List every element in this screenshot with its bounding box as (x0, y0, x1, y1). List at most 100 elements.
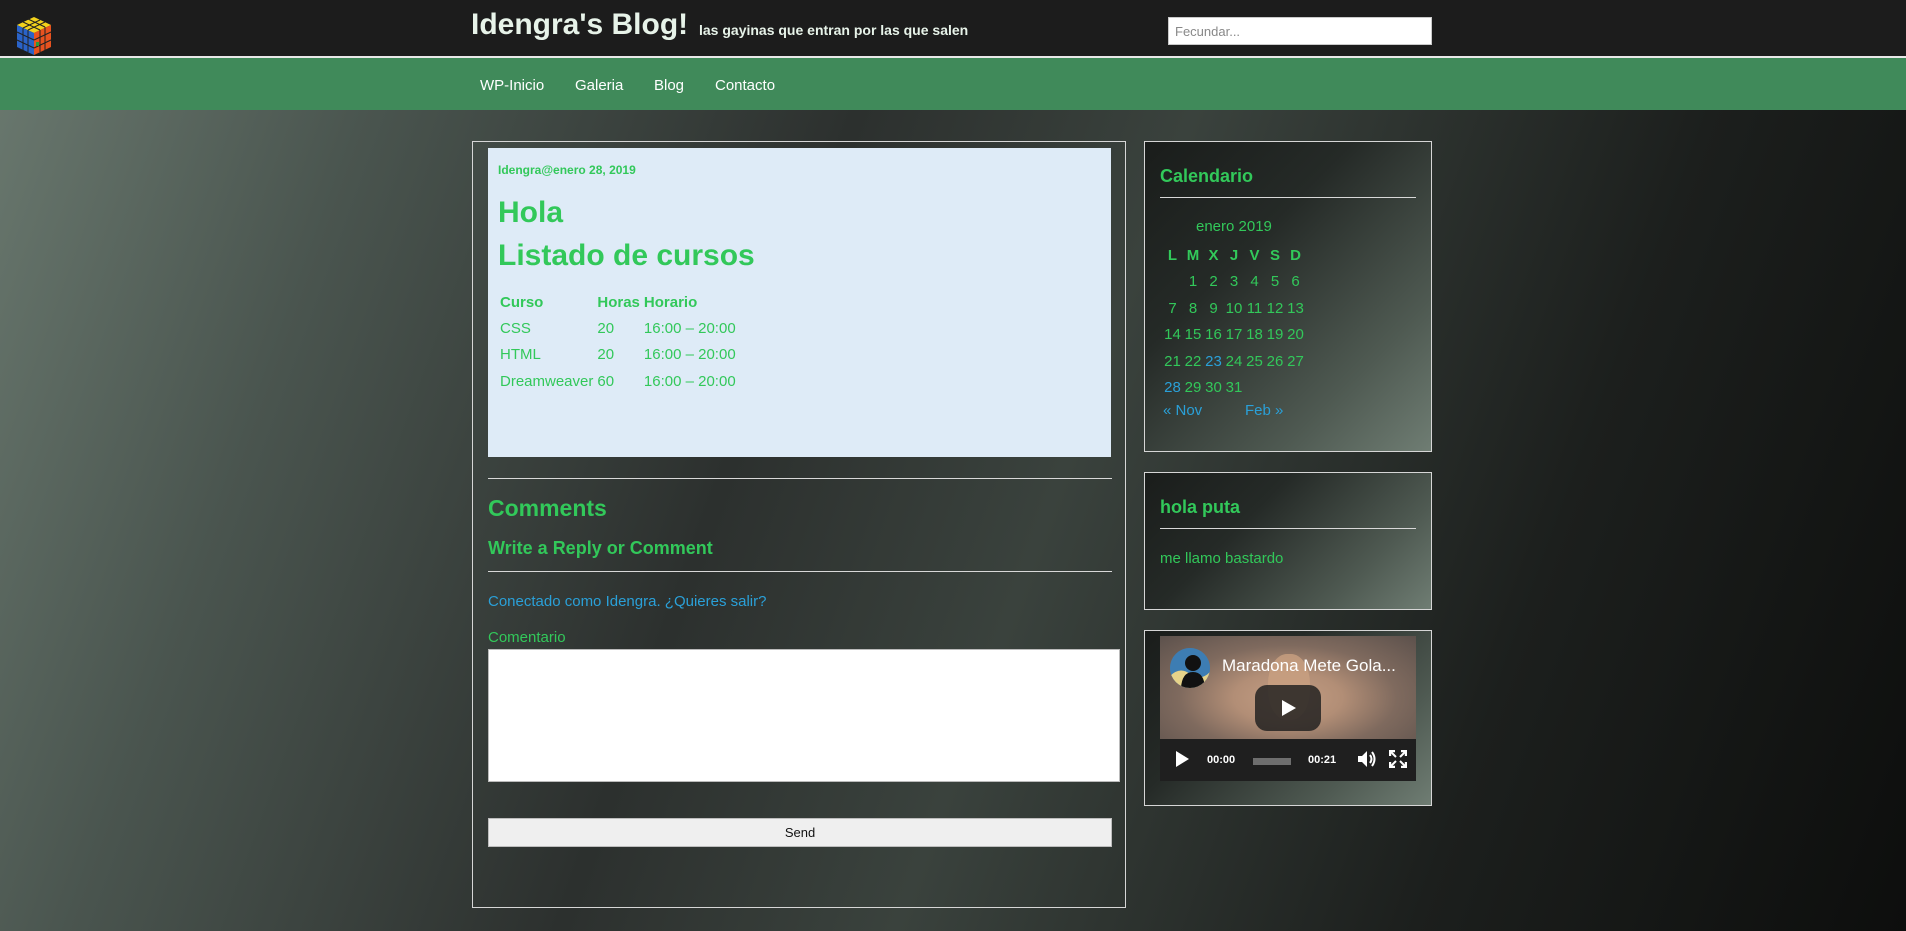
calendar-day: 26 (1266, 352, 1284, 370)
table-cell: 20 (597, 319, 615, 337)
calendar-weekday: J (1229, 247, 1239, 264)
courses-table: Curso Horas Horario CSS 20 16:00 – 20:00… (498, 289, 738, 395)
text-widget-body: me llamo bastardo (1160, 550, 1284, 567)
calendar-day: 8 (1188, 299, 1198, 317)
calendar-day: 18 (1246, 326, 1263, 344)
calendar-weekday-row: LMXJVSD (1162, 243, 1302, 269)
table-cell: 16:00 – 20:00 (643, 346, 736, 364)
calendar-day[interactable]: 23 (1203, 349, 1224, 375)
search-input[interactable] (1168, 17, 1432, 45)
calendar-day: 22 (1184, 352, 1202, 370)
calendar-day: 6 (1291, 273, 1300, 291)
calendar-grid: L M X J V S D 1 2 3 4 5 6 7 8 9 10 11 12 13 14 15 16 17 18 19 20 21… (1162, 243, 1304, 401)
divider (1160, 528, 1416, 529)
table-cell: Dreamweaver (500, 372, 594, 390)
calendar-day: 16 (1205, 326, 1222, 344)
table-cell: 16:00 – 20:00 (643, 372, 736, 390)
nav-item-wp-inicio[interactable]: WP-Inicio (480, 77, 544, 94)
video-title[interactable]: Maradona Mete Gola... (1222, 656, 1412, 676)
calendar-weekday: M (1186, 247, 1200, 264)
calendar-week-row: 21 22 23 24 25 26 27 (1162, 349, 1304, 375)
video-controls: 00:00 00:21 (1160, 739, 1416, 781)
logged-in-link[interactable]: Conectado como Idengra. ¿Quieres salir? (488, 593, 766, 610)
calendar-day: 25 (1246, 352, 1263, 370)
post-subtitle: Listado de cursos (498, 239, 755, 272)
calendar-day: 31 (1225, 378, 1243, 396)
calendar-day[interactable]: 28 (1162, 375, 1183, 401)
calendar-day: 5 (1270, 273, 1280, 291)
top-header: Idengra's Blog! las gayinas que entran p… (0, 0, 1906, 58)
text-widget: hola puta me llamo bastardo (1144, 472, 1432, 610)
divider (488, 571, 1112, 572)
calendar-weekday: D (1290, 247, 1301, 264)
calendar-weekday: V (1249, 247, 1260, 264)
video-player[interactable]: Maradona Mete Gola... 00:00 00:21 (1160, 636, 1416, 781)
main-nav: WP-Inicio Galeria Blog Contacto (0, 58, 1906, 110)
calendar-day: 24 (1225, 352, 1243, 370)
blog-post: Idengra@enero 28, 2019 Hola Listado de c… (488, 148, 1111, 457)
table-row: Dreamweaver 60 16:00 – 20:00 (498, 368, 738, 395)
send-button[interactable]: Send (488, 818, 1112, 847)
rubiks-cube-logo-icon[interactable] (15, 15, 53, 57)
comments-heading: Comments (488, 495, 607, 521)
divider (1160, 197, 1416, 198)
calendar-day: 4 (1250, 273, 1259, 291)
table-header-row: Curso Horas Horario (498, 289, 738, 315)
calendar-caption: enero 2019 (1196, 218, 1272, 235)
fullscreen-icon[interactable] (1389, 750, 1407, 768)
column-header: Horas (597, 293, 640, 311)
calendar-weekday: S (1269, 247, 1280, 264)
calendar-weekday: X (1208, 247, 1219, 264)
calendar-day: 29 (1184, 378, 1202, 396)
post-meta[interactable]: Idengra@enero 28, 2019 (498, 163, 636, 177)
calendar-day: 12 (1266, 299, 1284, 317)
text-widget-title: hola puta (1160, 497, 1240, 517)
calendar-day: 20 (1287, 326, 1304, 344)
table-row: HTML 20 16:00 – 20:00 (498, 342, 738, 369)
volume-icon[interactable] (1357, 750, 1377, 768)
calendar-day: 17 (1225, 326, 1243, 344)
post-title: Hola (498, 196, 564, 229)
video-current-time: 00:00 (1207, 754, 1236, 766)
main-content: Idengra@enero 28, 2019 Hola Listado de c… (472, 141, 1126, 908)
calendar-weekday: L (1167, 247, 1178, 264)
video-duration: 00:21 (1308, 754, 1337, 766)
table-cell: HTML (500, 346, 541, 364)
calendar-day: 10 (1225, 299, 1243, 317)
calendar-day: 2 (1209, 273, 1218, 291)
channel-avatar-icon (1170, 648, 1210, 688)
site-title[interactable]: Idengra's Blog! (471, 8, 688, 42)
column-header: Curso (500, 293, 544, 311)
divider (488, 478, 1112, 479)
table-cell: 20 (597, 346, 615, 364)
calendar-day: 1 (1188, 273, 1198, 291)
column-header: Horario (643, 293, 698, 311)
site-tagline: las gayinas que entran por las que salen (699, 22, 969, 38)
calendar-title: Calendario (1160, 166, 1254, 186)
calendar-day: 27 (1287, 352, 1304, 370)
calendar-week-row: 28 29 30 31 (1162, 375, 1302, 401)
play-icon[interactable] (1174, 750, 1190, 768)
calendar-widget: Calendario enero 2019 L M X J V S D 1 2 3 4 5 6 7 8 9 10… (1144, 141, 1432, 452)
table-row: CSS 20 16:00 – 20:00 (498, 315, 738, 342)
calendar-next-link[interactable]: Feb » (1245, 402, 1283, 419)
comment-textarea[interactable] (488, 649, 1120, 782)
calendar-week-row: 7 8 9 10 11 12 13 (1162, 296, 1304, 322)
comment-label: Comentario (488, 629, 566, 646)
calendar-day: 15 (1184, 326, 1202, 344)
nav-item-contacto[interactable]: Contacto (715, 77, 775, 94)
reply-heading: Write a Reply or Comment (488, 538, 713, 558)
calendar-day: 11 (1246, 299, 1263, 317)
calendar-day: 3 (1229, 273, 1239, 291)
calendar-week-row: 14 15 16 17 18 19 20 (1162, 322, 1304, 348)
channel-avatar[interactable] (1170, 648, 1210, 688)
big-play-button[interactable] (1255, 685, 1321, 731)
video-widget: Maradona Mete Gola... 00:00 00:21 (1144, 630, 1432, 806)
video-progress-bar[interactable] (1253, 758, 1291, 765)
nav-item-blog[interactable]: Blog (654, 77, 684, 94)
nav-item-galeria[interactable]: Galeria (575, 77, 623, 94)
table-cell: 16:00 – 20:00 (643, 319, 736, 337)
calendar-week-row: 123456 (1162, 269, 1302, 295)
calendar-prev-link[interactable]: « Nov (1163, 402, 1202, 419)
calendar-day: 19 (1266, 326, 1284, 344)
